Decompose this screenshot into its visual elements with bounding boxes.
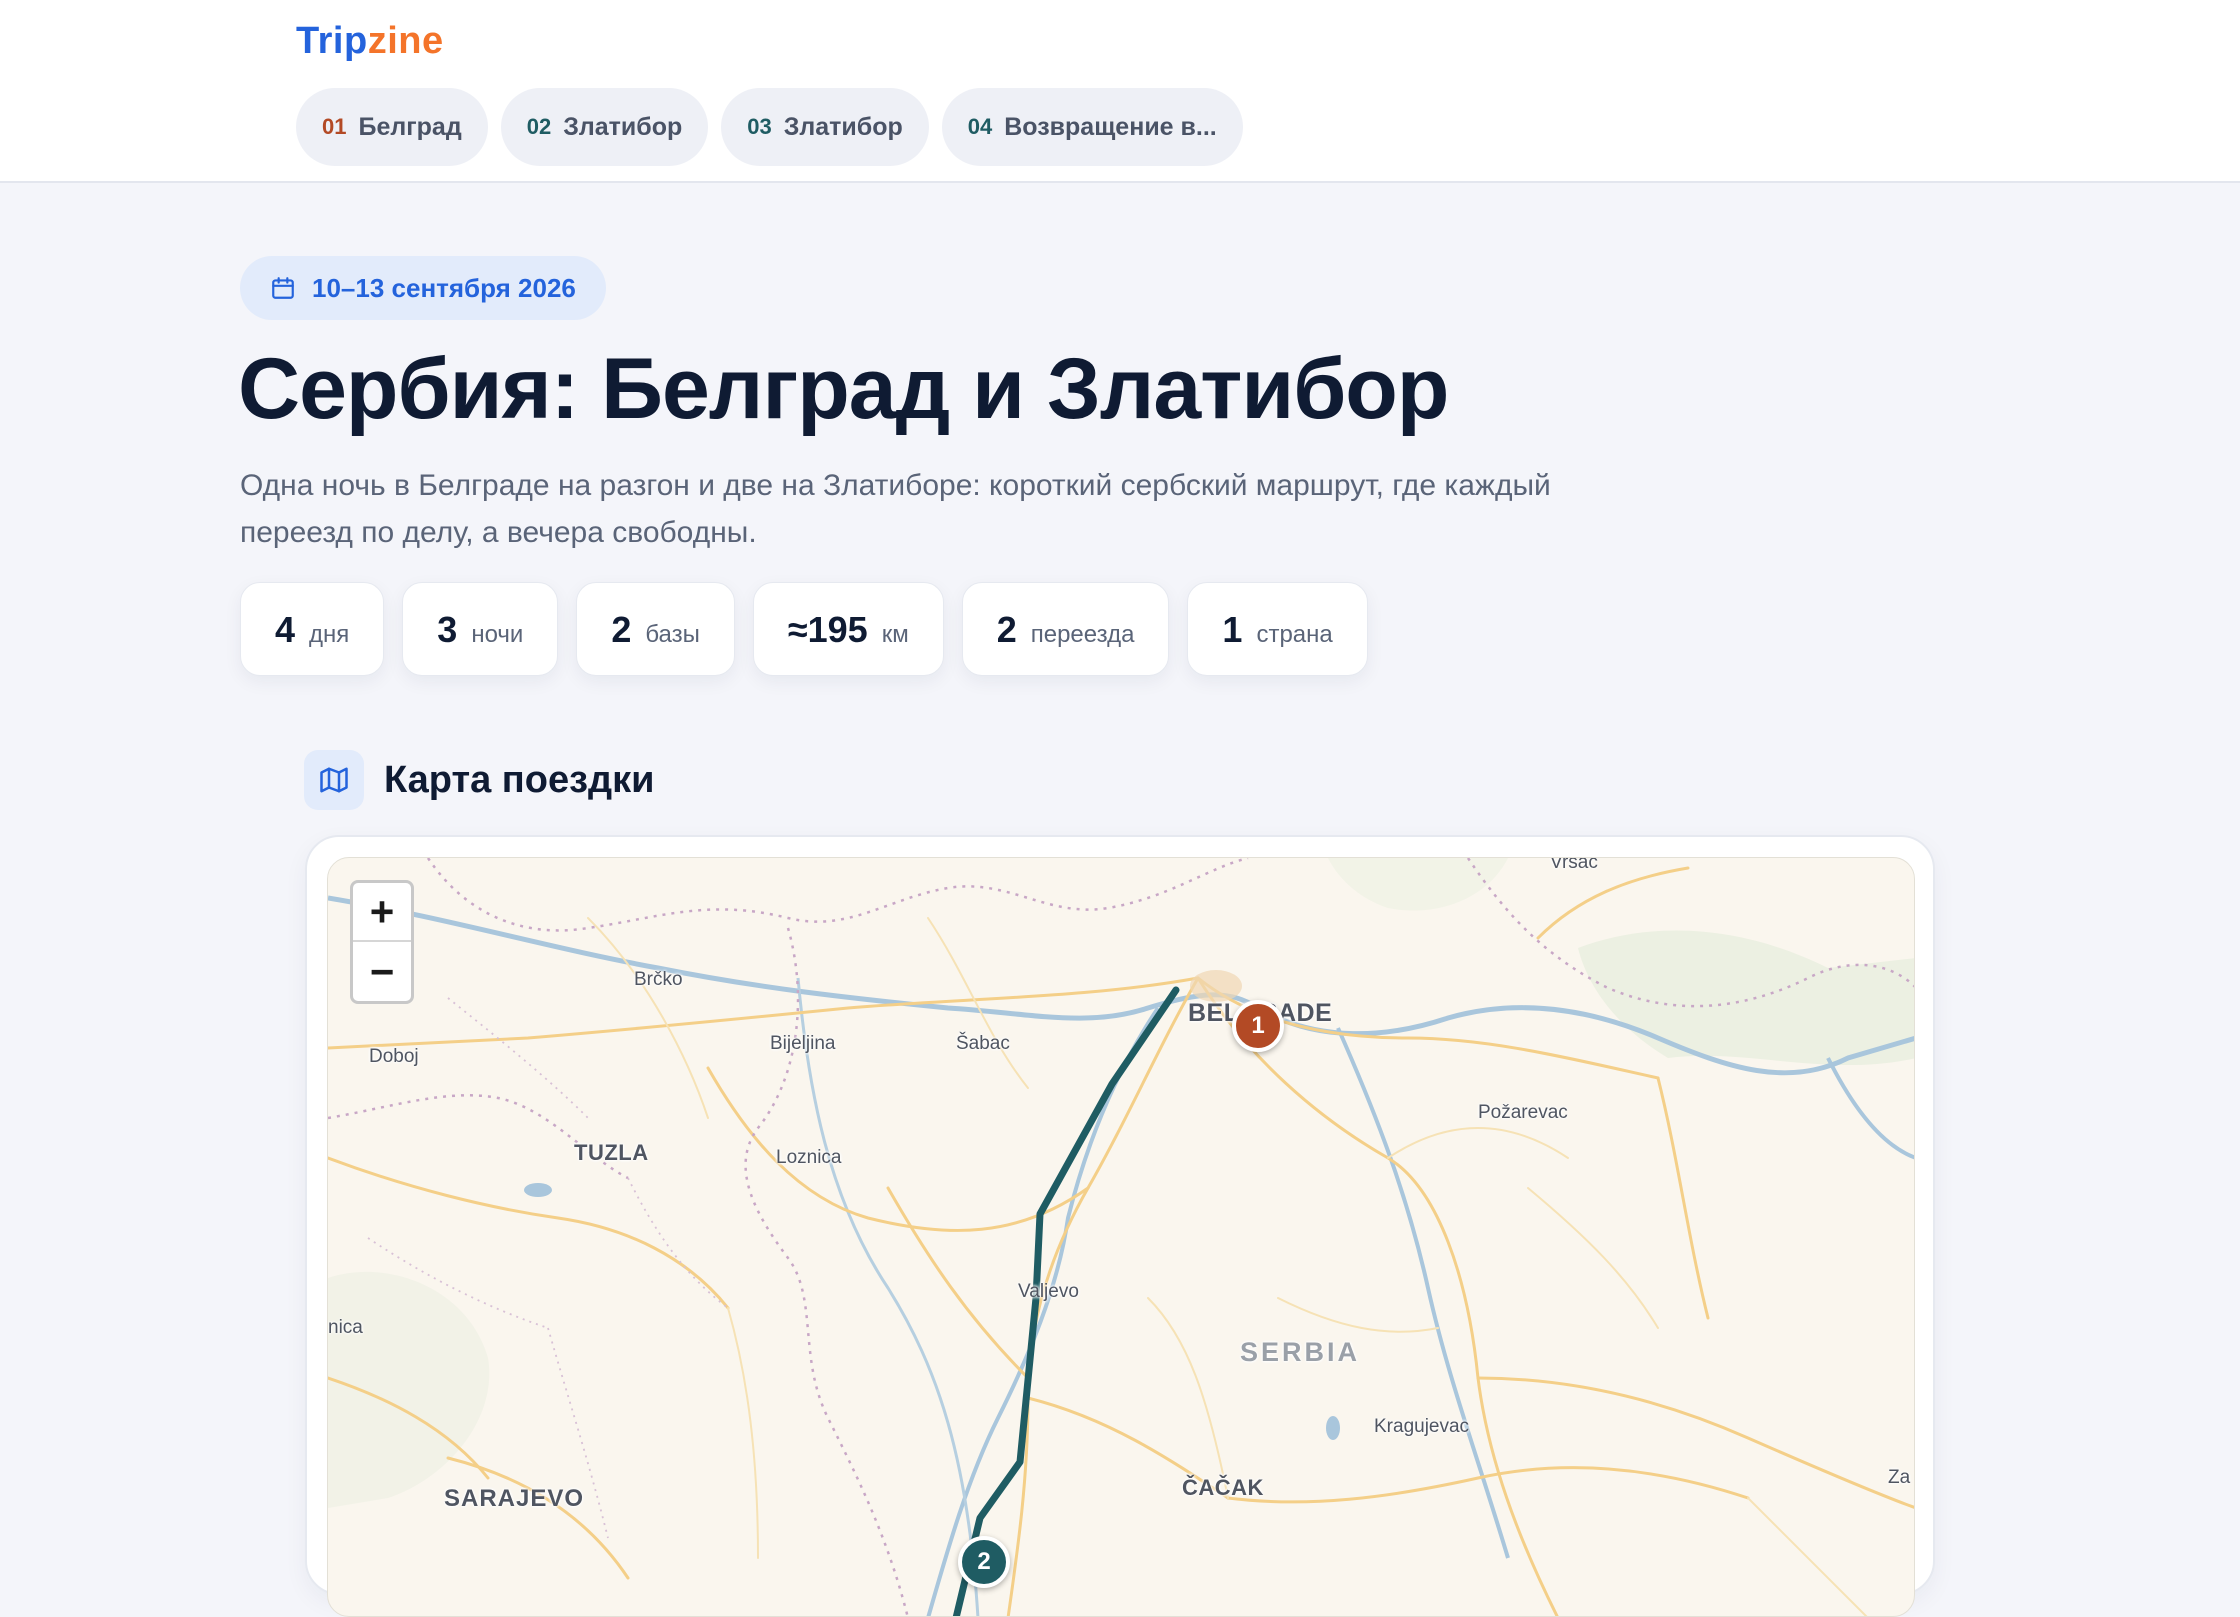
stat-unit: переезда: [1030, 621, 1135, 648]
stat-value: 2: [996, 609, 1017, 650]
stat-value: 1: [1222, 609, 1243, 650]
map-label-sarajevo: SARAJEVO: [444, 1485, 585, 1512]
map-label-tuzla: TUZLA: [574, 1140, 649, 1165]
map-marker-stop-1[interactable]: 1: [1232, 1000, 1284, 1052]
map-label-doboj: Doboj: [369, 1046, 419, 1067]
day-tab-label: Златибор: [563, 112, 683, 141]
stat-value: 2: [611, 609, 632, 650]
brand-logo-part1: Trip: [296, 20, 368, 62]
day-tab-label: Возвращение в...: [1004, 112, 1217, 141]
trip-description: Одна ночь в Белграде на разгон и две на …: [240, 469, 1551, 549]
map-label-valjevo: Valjevo: [1018, 1281, 1079, 1302]
map-label-sabac: Šabac: [956, 1033, 1010, 1054]
map-marker-stop-2[interactable]: 2: [958, 1536, 1010, 1588]
day-tab-4[interactable]: 04 Возвращение в...: [941, 88, 1243, 166]
stat-unit: км: [881, 621, 909, 648]
map-label-za: Za: [1888, 1467, 1911, 1488]
map-label-kragujevac: Kragujevac: [1374, 1416, 1470, 1437]
trip-map[interactable]: Vršac Brčko BELGRADE Doboj Bijeljina Šab…: [327, 857, 1915, 1617]
stat-unit: страна: [1256, 621, 1333, 648]
day-tab-2[interactable]: 02 Златибор: [500, 88, 709, 166]
zoom-out-button[interactable]: −: [353, 942, 411, 1001]
stat-unit: ночи: [471, 621, 524, 648]
day-tab-number: 02: [526, 114, 552, 139]
map-label-pozarevac: Požarevac: [1478, 1102, 1568, 1123]
stat-value: 4: [275, 609, 296, 650]
day-tab-label: Златибор: [783, 112, 903, 141]
top-bar: Tripzine 01 Белград 02 Златибор 03 Злати…: [0, 0, 2240, 183]
brand-logo-part2: zine: [367, 20, 444, 62]
stat-value: 3: [437, 609, 458, 650]
map-label-vrsac: Vršac: [1550, 857, 1598, 873]
stat-bases: 2 базы: [576, 582, 735, 676]
map-label-loznica: Loznica: [776, 1147, 842, 1168]
map-section-header: Карта поездки: [304, 750, 655, 810]
day-tab-3[interactable]: 03 Златибор: [721, 88, 929, 166]
stat-distance: ≈195 км: [752, 582, 944, 676]
stat-countries: 1 страна: [1187, 582, 1368, 676]
trip-stats: 4 дня 3 ночи 2 базы ≈195 км 2 переезда 1…: [240, 582, 1368, 676]
map-label-brcko: Brčko: [634, 969, 683, 990]
day-tab-number: 04: [967, 114, 993, 139]
stat-days: 4 дня: [240, 582, 385, 676]
stat-unit: дня: [309, 621, 350, 648]
trip-dates-badge: 10–13 сентября 2026: [240, 256, 606, 320]
brand-logo[interactable]: Tripzine: [296, 20, 444, 63]
trip-dates: 10–13 сентября 2026: [312, 272, 576, 303]
map-card: Vršac Brčko BELGRADE Doboj Bijeljina Šab…: [305, 835, 1935, 1617]
map-label-bijeljina: Bijeljina: [770, 1033, 836, 1054]
stat-nights: 3 ночи: [402, 582, 559, 676]
day-tab-number: 03: [747, 114, 772, 139]
stat-value: ≈195: [787, 609, 868, 650]
day-tab-number: 01: [322, 114, 347, 139]
day-tab-label: Белград: [358, 112, 462, 141]
map-section-title: Карта поездки: [384, 758, 655, 801]
map-zoom-control: + −: [350, 880, 414, 1004]
page-title: Сербия: Белград и Златибор: [238, 341, 1449, 437]
calendar-icon: [270, 275, 296, 301]
stat-transfers: 2 переезда: [961, 582, 1170, 676]
day-tab-1[interactable]: 01 Белград: [296, 88, 488, 166]
stat-unit: базы: [645, 621, 700, 648]
map-label-cacak: ČAČAK: [1182, 1475, 1264, 1500]
map-icon: [304, 750, 364, 810]
map-label-zenica: nica: [328, 1317, 363, 1338]
zoom-in-button[interactable]: +: [353, 883, 411, 942]
map-label-serbia: SERBIA: [1240, 1337, 1361, 1367]
day-tabs: 01 Белград 02 Златибор 03 Златибор 04 Во…: [296, 88, 1243, 166]
